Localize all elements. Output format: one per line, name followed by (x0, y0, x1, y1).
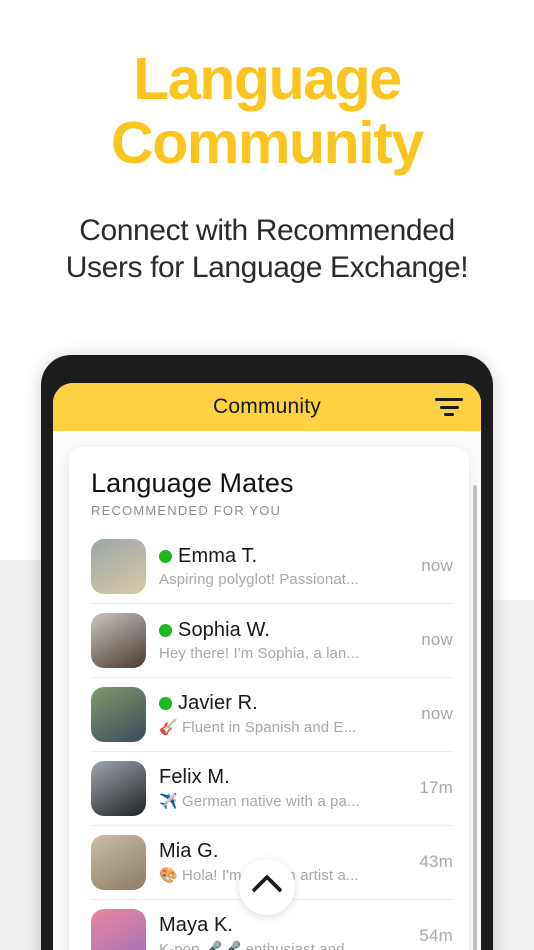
user-timestamp: now (421, 630, 453, 650)
user-row[interactable]: Sophia W. Hey there! I'm Sophia, a lan...… (91, 604, 453, 678)
avatar (91, 538, 146, 594)
user-name: Emma T. (178, 544, 258, 567)
user-timestamp: now (421, 704, 453, 724)
scrollbar[interactable] (473, 485, 477, 950)
user-name: Sophia W. (178, 618, 271, 641)
scroll-to-top-button[interactable] (239, 859, 295, 915)
app-screenshot: Language Community Connect with Recommen… (0, 0, 534, 950)
avatar (91, 908, 146, 950)
user-bio: 🎸 Fluent in Spanish and E... (159, 719, 357, 737)
card-subtitle: RECOMMENDED FOR YOU (91, 502, 282, 518)
user-timestamp: 43m (419, 852, 453, 872)
online-status-icon (159, 697, 172, 711)
user-timestamp: 54m (419, 926, 453, 946)
app-header-title: Community (213, 395, 321, 418)
user-name: Javier R. (178, 692, 258, 715)
filter-line-2 (439, 405, 459, 409)
hero-title-line-1: Language (133, 46, 402, 112)
hero-subtitle: Connect with Recommended Users for Langu… (0, 213, 534, 286)
user-name-line: Sophia W. (159, 619, 395, 642)
user-bio: Hey there! I'm Sophia, a lan... (159, 644, 360, 662)
hero-subtitle-line-2: Users for Language Exchange! (65, 250, 469, 284)
user-info: Javier R. 🎸 Fluent in Spanish and E... (159, 692, 401, 736)
online-status-icon (159, 549, 172, 563)
avatar (91, 834, 146, 890)
chevron-up-icon (251, 874, 283, 906)
user-name-line: Emma T. (159, 545, 395, 568)
app-content: Language Mates RECOMMENDED FOR YOU Emma … (53, 431, 481, 950)
filter-line-1 (435, 398, 463, 401)
hero-subtitle-line-1: Connect with Recommended (79, 214, 455, 247)
user-name: Mia G. (159, 840, 219, 863)
user-name: Maya K. (159, 914, 234, 937)
card-title: Language Mates (91, 468, 294, 498)
user-name-line: Javier R. (159, 692, 395, 715)
user-timestamp: now (421, 556, 453, 576)
filter-icon[interactable] (435, 398, 463, 416)
user-bio: Aspiring polyglot! Passionat... (159, 570, 359, 588)
user-name-line: Mia G. (159, 840, 395, 863)
user-name-line: Felix M. (159, 766, 395, 789)
hero-title-line-2: Community (111, 109, 424, 176)
user-info: Felix M. ✈️ German native with a pa... (159, 766, 401, 810)
user-row[interactable]: Javier R. 🎸 Fluent in Spanish and E... now (91, 678, 453, 752)
avatar (91, 760, 146, 816)
avatar (91, 686, 146, 742)
user-bio: ✈️ German native with a pa... (159, 793, 360, 811)
hero-title: Language Community (0, 46, 534, 176)
user-timestamp: 17m (419, 778, 453, 798)
user-row[interactable]: Felix M. ✈️ German native with a pa... 17m (91, 752, 453, 826)
user-info: Maya K. K-pop 🎤🎤 enthusiast and... (159, 914, 401, 950)
online-status-icon (159, 623, 172, 637)
user-info: Emma T. Aspiring polyglot! Passionat... (159, 545, 401, 588)
user-name-line: Maya K. (159, 914, 395, 937)
user-row[interactable]: Emma T. Aspiring polyglot! Passionat... no… (91, 530, 453, 604)
avatar (91, 612, 146, 668)
user-info: Sophia W. Hey there! I'm Sophia, a lan... (159, 619, 401, 662)
user-bio: K-pop 🎤🎤 enthusiast and... (159, 941, 358, 950)
app-header: Community (53, 383, 481, 431)
filter-line-3 (444, 413, 454, 416)
user-name: Felix M. (159, 766, 230, 789)
phone-mockup: Community Language Mates RECOMMENDED FOR… (41, 355, 493, 950)
phone-screen: Community Language Mates RECOMMENDED FOR… (53, 383, 481, 950)
